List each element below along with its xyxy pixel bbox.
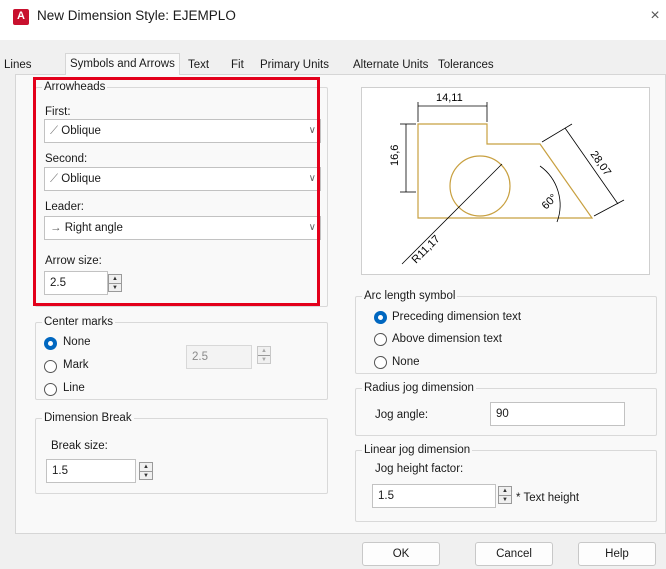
window-title: New Dimension Style: EJEMPLO bbox=[37, 8, 236, 23]
arc-preceding-radio[interactable] bbox=[374, 311, 387, 324]
arc-preceding-label[interactable]: Preceding dimension text bbox=[392, 311, 521, 323]
break-size-label: Break size: bbox=[51, 440, 108, 452]
autocad-app-icon: A bbox=[13, 9, 29, 25]
spin-down-icon[interactable]: ▼ bbox=[140, 472, 152, 480]
center-mark-radio[interactable] bbox=[44, 360, 57, 373]
jog-angle-input[interactable]: 90 bbox=[490, 402, 625, 426]
jog-height-factor-text: Jog height factor: bbox=[375, 463, 464, 475]
spin-down-icon[interactable]: ▼ bbox=[499, 496, 511, 504]
tab-fit[interactable]: Fit bbox=[227, 56, 248, 74]
dim-radius-text: R11,17 bbox=[410, 233, 443, 266]
preview-outline bbox=[417, 123, 594, 219]
preview-drawing: 14,11 16,6 28,07 60° R11,17 bbox=[389, 92, 625, 266]
tab-text[interactable]: Text bbox=[184, 56, 213, 74]
center-mark-size-spinner[interactable]: ▲ ▼ bbox=[257, 346, 271, 364]
center-line-label[interactable]: Line bbox=[63, 382, 85, 394]
center-line-radio[interactable] bbox=[44, 383, 57, 396]
tab-alternate-units[interactable]: Alternate Units bbox=[349, 56, 432, 74]
spin-up-icon[interactable]: ▲ bbox=[499, 487, 511, 495]
jog-height-factor-spinner[interactable]: ▲ ▼ bbox=[498, 486, 512, 504]
preview-panel: 14,11 16,6 28,07 60° R11,17 bbox=[361, 87, 650, 275]
spin-up-icon[interactable]: ▲ bbox=[258, 347, 270, 355]
arc-none-text: None bbox=[392, 356, 420, 368]
arc-length-legend: Arc length symbol bbox=[362, 289, 458, 303]
break-size-input[interactable]: 1.5 bbox=[46, 459, 136, 483]
center-mark-label[interactable]: Mark bbox=[63, 359, 89, 371]
jog-height-factor-input[interactable]: 1.5 bbox=[372, 484, 496, 508]
dimension-break-legend: Dimension Break bbox=[42, 411, 134, 425]
linear-jog-legend: Linear jog dimension bbox=[362, 443, 473, 457]
center-mark-size-input[interactable]: 2.5 bbox=[186, 345, 252, 369]
jog-angle-label-text: Jog angle: bbox=[375, 409, 429, 421]
center-line-text: Line bbox=[63, 382, 85, 394]
help-button[interactable]: Help bbox=[578, 542, 656, 566]
center-marks-legend: Center marks bbox=[42, 315, 116, 329]
radius-jog-legend: Radius jog dimension bbox=[362, 381, 476, 395]
text-height-suffix: * Text height bbox=[516, 492, 579, 504]
break-size-spinner[interactable]: ▲ ▼ bbox=[139, 462, 153, 480]
dim-top-text: 14,11 bbox=[436, 92, 463, 104]
center-mark-text: Mark bbox=[63, 359, 89, 371]
highlight-box bbox=[33, 77, 320, 306]
dim-left-text: 16,6 bbox=[389, 145, 401, 166]
text-height-suffix-text: * Text height bbox=[516, 492, 580, 504]
arc-preceding-text: Preceding dimension text bbox=[392, 311, 522, 323]
dim-angle-text: 60° bbox=[540, 192, 560, 212]
center-none-label[interactable]: None bbox=[63, 336, 91, 348]
tab-tolerances[interactable]: Tolerances bbox=[434, 56, 498, 74]
jog-height-factor-label: Jog height factor: bbox=[375, 463, 463, 475]
arc-none-label[interactable]: None bbox=[392, 356, 420, 368]
spin-down-icon[interactable]: ▼ bbox=[258, 356, 270, 364]
arc-above-text: Above dimension text bbox=[392, 333, 502, 345]
tab-lines[interactable]: Lines bbox=[0, 56, 36, 74]
break-size-label-text: Break size: bbox=[51, 440, 108, 452]
arc-above-radio[interactable] bbox=[374, 333, 387, 346]
cancel-button[interactable]: Cancel bbox=[475, 542, 553, 566]
center-none-radio[interactable] bbox=[44, 337, 57, 350]
tab-primary-units[interactable]: Primary Units bbox=[256, 56, 333, 74]
ok-button[interactable]: OK bbox=[362, 542, 440, 566]
spin-up-icon[interactable]: ▲ bbox=[140, 463, 152, 471]
arc-above-label[interactable]: Above dimension text bbox=[392, 333, 502, 345]
center-none-text: None bbox=[63, 336, 91, 348]
tab-bar: Lines Symbols and Arrows Text Fit Primar… bbox=[0, 53, 666, 76]
arc-none-radio[interactable] bbox=[374, 356, 387, 369]
close-button[interactable]: × bbox=[645, 6, 665, 26]
tab-symbols-and-arrows[interactable]: Symbols and Arrows bbox=[65, 53, 180, 75]
jog-angle-label: Jog angle: bbox=[375, 409, 428, 421]
dim-diagonal-text: 28,07 bbox=[588, 149, 614, 178]
